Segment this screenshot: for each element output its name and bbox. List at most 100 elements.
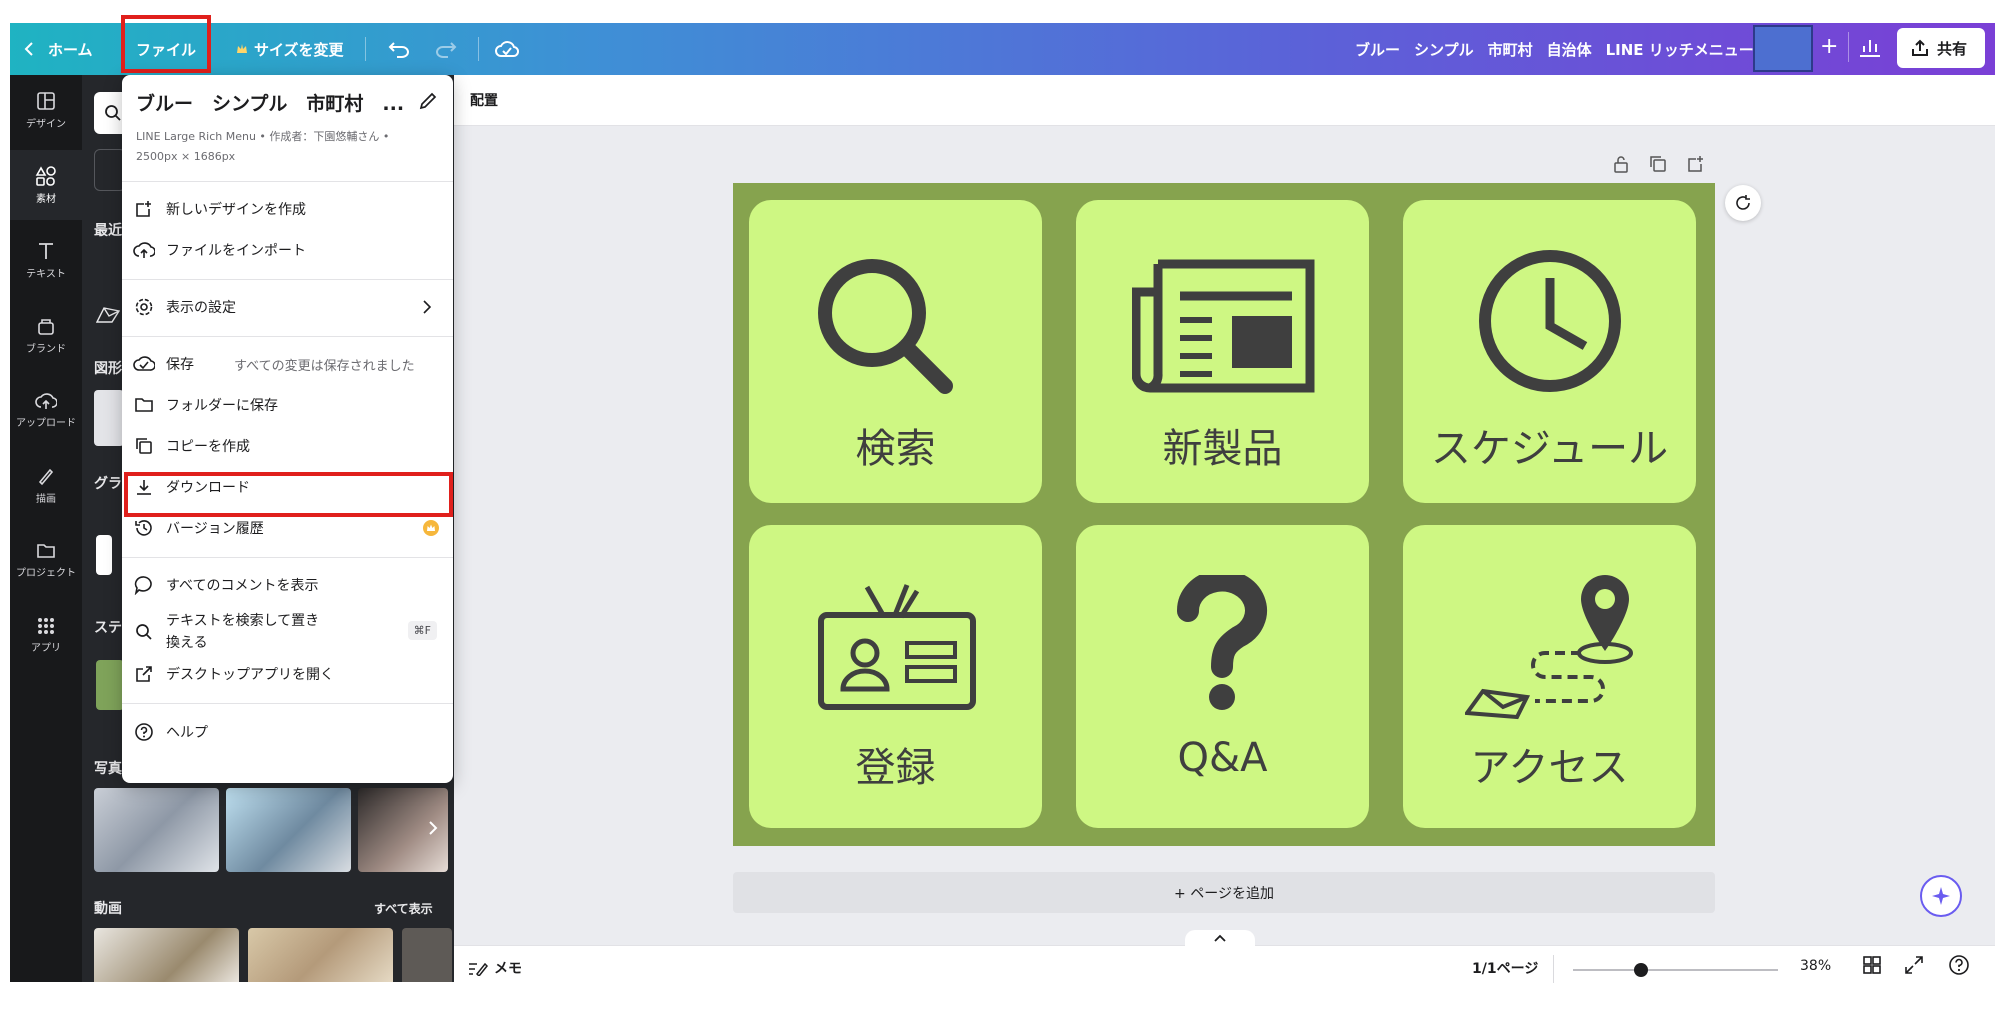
shape-thumb[interactable]: [94, 390, 124, 446]
magnifier-icon: [815, 256, 955, 396]
rail-item-design[interactable]: デザイン: [10, 75, 82, 145]
notes-button[interactable]: メモ: [468, 958, 522, 978]
shortcut-badge: ⌘F: [407, 621, 437, 640]
rail-item-apps[interactable]: アプリ: [10, 600, 82, 670]
zoom-slider-handle[interactable]: [1633, 963, 1648, 977]
menu-item-label: デスクトップアプリを開く: [166, 667, 334, 683]
rail-item-upload[interactable]: アップロード: [10, 375, 82, 445]
file-menu-title[interactable]: ブルー シンプル 市町村 ...: [136, 89, 404, 116]
grid-view-icon[interactable]: [1862, 955, 1882, 975]
zoom-level[interactable]: 38%: [1800, 958, 1831, 974]
redo-button[interactable]: [435, 23, 457, 75]
sticker-thumb[interactable]: [96, 660, 124, 710]
tile-access[interactable]: アクセス: [1403, 525, 1696, 828]
external-link-icon: [122, 665, 166, 683]
home-button[interactable]: ホーム: [24, 23, 93, 75]
rail-item-text[interactable]: テキスト: [10, 225, 82, 295]
menu-item-show-comments[interactable]: すべてのコメントを表示: [122, 566, 453, 604]
lock-icon[interactable]: [1613, 155, 1629, 173]
menu-divider: [122, 279, 453, 280]
add-page-label: + ページを追加: [1174, 885, 1274, 902]
undo-button[interactable]: [388, 23, 410, 75]
meta-line: LINE Large Rich Menu • 作成者：下園悠輔さん •: [136, 130, 390, 143]
copy-icon: [122, 437, 166, 455]
design-title[interactable]: ブルー シンプル 市町村 自治体 LINE リッチメニュー: [1355, 23, 1754, 75]
arrange-button[interactable]: 配置: [470, 90, 498, 110]
tile-schedule[interactable]: スケジュール: [1403, 200, 1696, 503]
photos-next-button[interactable]: [418, 813, 448, 843]
menu-item-save[interactable]: 保存 すべての変更は保存されました: [122, 345, 453, 383]
rail-label: アップロード: [16, 417, 76, 429]
duplicate-page-icon[interactable]: [1649, 155, 1667, 173]
menu-item-find-replace[interactable]: テキストを検索して置き 換える ⌘F: [122, 607, 453, 657]
menu-item-open-desktop[interactable]: デスクトップアプリを開く: [122, 655, 453, 693]
gear-icon: [122, 297, 166, 317]
rail-item-brand[interactable]: ブランド: [10, 300, 82, 370]
rail-label: アプリ: [31, 642, 61, 654]
file-button-highlight: [121, 15, 211, 73]
tile-label: 登録: [855, 745, 936, 791]
collaborator-avatar[interactable]: [1753, 25, 1813, 72]
envelope-thumb-icon[interactable]: [96, 307, 120, 323]
menu-item-save-to-folder[interactable]: フォルダーに保存: [122, 386, 453, 424]
text-icon: [37, 241, 55, 261]
video-thumb-woman[interactable]: [248, 928, 393, 982]
add-page-icon[interactable]: [1687, 155, 1705, 173]
shapes-heading: 図形: [94, 361, 122, 377]
refresh-button[interactable]: [1725, 185, 1761, 221]
zoom-slider[interactable]: [1573, 963, 1778, 977]
menu-item-view-settings[interactable]: 表示の設定: [122, 288, 453, 326]
photo-thumb-laptop[interactable]: [226, 788, 351, 872]
cloud-check-icon: [122, 355, 166, 373]
menu-item-label: フォルダーに保存: [166, 398, 278, 414]
search-icon: [104, 104, 122, 122]
folder-icon: [122, 396, 166, 414]
help-icon[interactable]: [1948, 954, 1970, 976]
magic-assistant-button[interactable]: [1920, 875, 1962, 917]
add-collaborator-icon[interactable]: +: [1820, 34, 1838, 59]
tile-label: 検索: [855, 426, 936, 472]
map-pin-route-icon: [1465, 571, 1645, 721]
tile-search[interactable]: 検索: [749, 200, 1042, 503]
rail-item-projects[interactable]: プロジェクト: [10, 525, 82, 595]
menu-item-label: 保存: [166, 357, 194, 373]
brand-icon: [36, 316, 56, 336]
save-status-text: すべての変更は保存されました: [234, 358, 415, 374]
chevron-up-icon: [1214, 934, 1226, 950]
cloud-upload-icon: [122, 241, 166, 259]
video-thumb[interactable]: [402, 928, 452, 982]
tile-qa[interactable]: Q&A: [1076, 525, 1369, 828]
draw-icon: [36, 466, 56, 486]
title-tag: LINE リッチメニュー: [1605, 40, 1754, 59]
cloud-save-status[interactable]: [495, 23, 519, 75]
photo-thumb-newspapers[interactable]: [94, 788, 219, 872]
rail-label: プロジェクト: [16, 567, 76, 579]
menu-item-make-copy[interactable]: コピーを作成: [122, 427, 453, 465]
title-tag: 市町村: [1487, 40, 1533, 59]
graphic-thumb[interactable]: [96, 535, 112, 575]
rail-item-elements[interactable]: 素材: [10, 150, 82, 220]
video-thumb-drinks[interactable]: [94, 928, 239, 982]
expand-pages-button[interactable]: [1185, 930, 1255, 950]
add-page-button[interactable]: + ページを追加: [733, 872, 1715, 913]
menu-item-help[interactable]: ヘルプ: [122, 713, 453, 751]
design-page[interactable]: 検索 新製品 スケジュール 登録 Q&A アクセス: [733, 183, 1715, 846]
share-icon: [1911, 39, 1929, 57]
menu-item-new-design[interactable]: 新しいデザインを作成: [122, 190, 453, 228]
menu-item-label: テキストを検索して置き 換える: [166, 610, 319, 654]
menu-item-import[interactable]: ファイルをインポート: [122, 231, 453, 269]
share-button[interactable]: 共有: [1897, 28, 1985, 68]
fullscreen-icon[interactable]: [1904, 955, 1924, 975]
see-all-link[interactable]: すべて表示: [374, 900, 433, 917]
file-menu: ブルー シンプル 市町村 ... LINE Large Rich Menu • …: [122, 75, 453, 783]
insights-icon[interactable]: [1858, 36, 1882, 58]
tile-register[interactable]: 登録: [749, 525, 1042, 828]
chevron-right-icon: [428, 820, 438, 836]
rail-item-draw[interactable]: 描画: [10, 450, 82, 520]
edit-title-icon[interactable]: [418, 91, 438, 111]
tile-new-products[interactable]: 新製品: [1076, 200, 1369, 503]
page-indicator[interactable]: 1/1ページ: [1472, 958, 1538, 978]
redo-icon: [435, 40, 457, 58]
meta-line: 2500px × 1686px: [136, 150, 236, 163]
resize-button[interactable]: サイズを変更: [236, 23, 344, 75]
